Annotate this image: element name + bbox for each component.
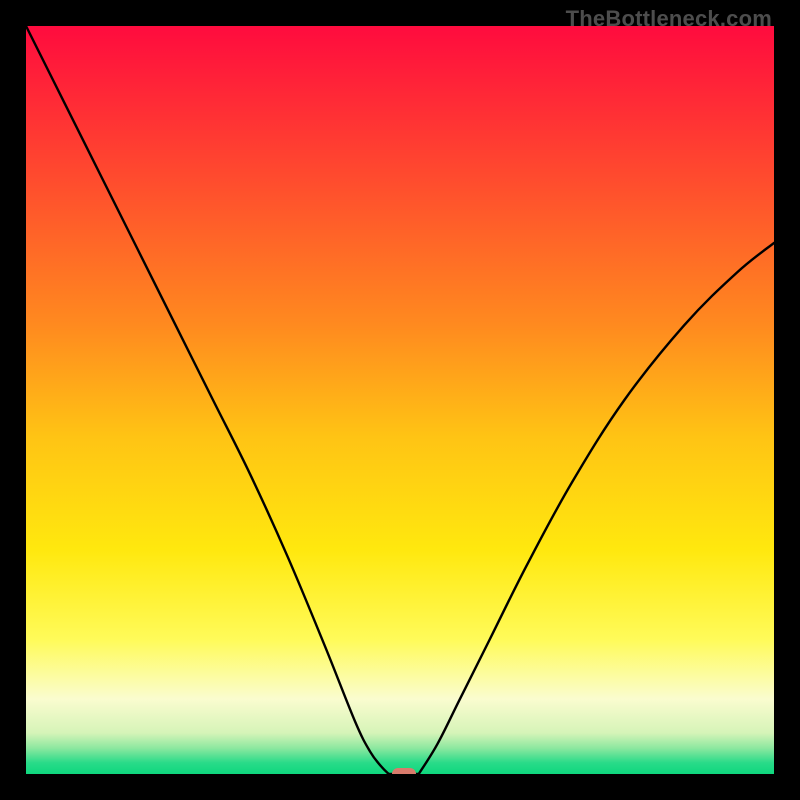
plot-area [26, 26, 774, 774]
chart-frame: TheBottleneck.com [0, 0, 800, 800]
optimum-marker [392, 768, 416, 774]
bottleneck-curve [26, 26, 774, 774]
watermark-text: TheBottleneck.com [566, 6, 772, 32]
